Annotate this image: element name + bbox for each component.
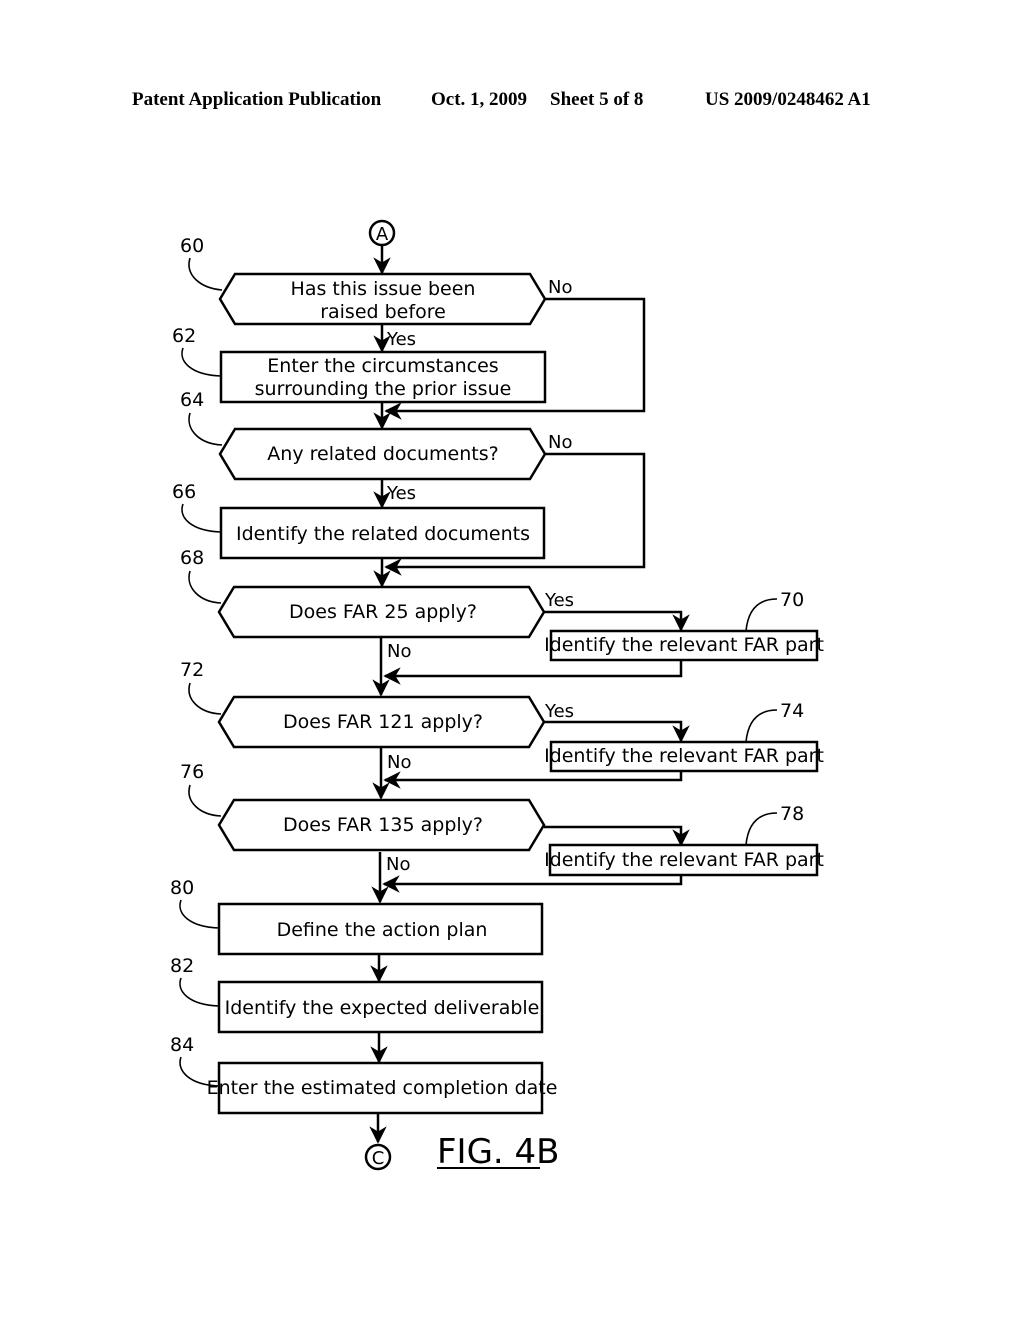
ref-72: 72 xyxy=(180,659,204,681)
process-62-line2: surrounding the prior issue xyxy=(255,378,512,400)
decision-64-no-label: No xyxy=(548,432,572,453)
ref-62: 62 xyxy=(172,325,196,347)
decision-60-yes-label: Yes xyxy=(386,329,416,350)
leader-line xyxy=(745,709,778,743)
flowchart: A Has this issue been raised before 60 N… xyxy=(170,219,824,1172)
ref-74: 74 xyxy=(780,700,804,722)
process-70-text: Identify the relevant FAR part xyxy=(544,634,824,656)
leader-line xyxy=(188,412,223,446)
decision-60: Has this issue been raised before xyxy=(218,272,547,326)
ref-82: 82 xyxy=(170,955,194,977)
decision-72-text: Does FAR 121 apply? xyxy=(283,711,483,733)
decision-64: Any related documents? xyxy=(218,427,547,481)
process-84: Enter the estimated completion date xyxy=(207,1061,558,1115)
flow-arrow-yes xyxy=(544,825,690,847)
process-62: Enter the circumstances surrounding the … xyxy=(219,350,547,404)
leader-line xyxy=(188,784,222,817)
leader-line xyxy=(745,598,778,632)
process-82: Identify the expected deliverable xyxy=(217,980,544,1034)
flow-arrow xyxy=(383,660,683,685)
ref-76: 76 xyxy=(180,761,204,783)
ref-80: 80 xyxy=(170,877,194,899)
decision-68-no-label: No xyxy=(387,641,411,662)
process-66-text: Identify the related documents xyxy=(236,523,530,545)
decision-60-line2: raised before xyxy=(320,301,446,323)
decision-76-no-label: No xyxy=(386,854,410,875)
decision-64-yes-label: Yes xyxy=(386,483,416,504)
leader-line xyxy=(188,682,222,715)
connector-c: C xyxy=(364,1143,392,1171)
decision-64-text: Any related documents? xyxy=(267,443,498,465)
decision-60-no-label: No xyxy=(548,277,572,298)
ref-64: 64 xyxy=(180,389,204,411)
leader-line xyxy=(745,812,778,846)
connector-c-label: C xyxy=(372,1148,385,1169)
process-66: Identify the related documents xyxy=(219,506,546,560)
process-78: Identify the relevant FAR part xyxy=(544,843,824,877)
process-84-text: Enter the estimated completion date xyxy=(207,1077,558,1099)
connector-a-label: A xyxy=(376,224,389,245)
process-74: Identify the relevant FAR part xyxy=(544,740,824,773)
decision-72-yes-label: Yes xyxy=(544,701,574,722)
flow-arrow xyxy=(382,875,683,893)
ref-66: 66 xyxy=(172,481,196,503)
leader-line xyxy=(188,570,222,604)
process-62-line1: Enter the circumstances xyxy=(267,355,498,377)
ref-78: 78 xyxy=(780,803,804,825)
decision-68: Does FAR 25 apply? xyxy=(217,585,546,639)
leader-line xyxy=(179,977,220,1007)
decision-76: Does FAR 135 apply? xyxy=(217,798,546,852)
connector-a: A xyxy=(368,219,396,247)
process-70: Identify the relevant FAR part xyxy=(544,629,824,662)
process-82-text: Identify the expected deliverable xyxy=(225,997,540,1019)
figure-label: FIG. 4B xyxy=(437,1132,560,1172)
decision-72: Does FAR 121 apply? xyxy=(217,695,546,749)
leader-line xyxy=(179,899,220,929)
process-74-text: Identify the relevant FAR part xyxy=(544,745,824,767)
process-80-text: Define the action plan xyxy=(277,919,488,941)
decision-76-text: Does FAR 135 apply? xyxy=(283,814,483,836)
leader-line xyxy=(188,257,223,291)
flow-arrow xyxy=(383,771,683,789)
decision-72-no-label: No xyxy=(387,752,411,773)
process-78-text: Identify the relevant FAR part xyxy=(544,849,824,871)
process-80: Define the action plan xyxy=(217,902,544,956)
decision-68-text: Does FAR 25 apply? xyxy=(289,601,477,623)
leader-line xyxy=(181,503,222,533)
ref-84: 84 xyxy=(170,1034,194,1056)
ref-70: 70 xyxy=(780,589,804,611)
flow-arrow-yes xyxy=(544,720,690,743)
flow-arrow-yes xyxy=(544,610,690,632)
leader-line xyxy=(181,347,222,377)
ref-68: 68 xyxy=(180,547,204,569)
ref-60: 60 xyxy=(180,235,204,257)
decision-60-line1: Has this issue been xyxy=(291,278,476,300)
decision-68-yes-label: Yes xyxy=(544,590,574,611)
